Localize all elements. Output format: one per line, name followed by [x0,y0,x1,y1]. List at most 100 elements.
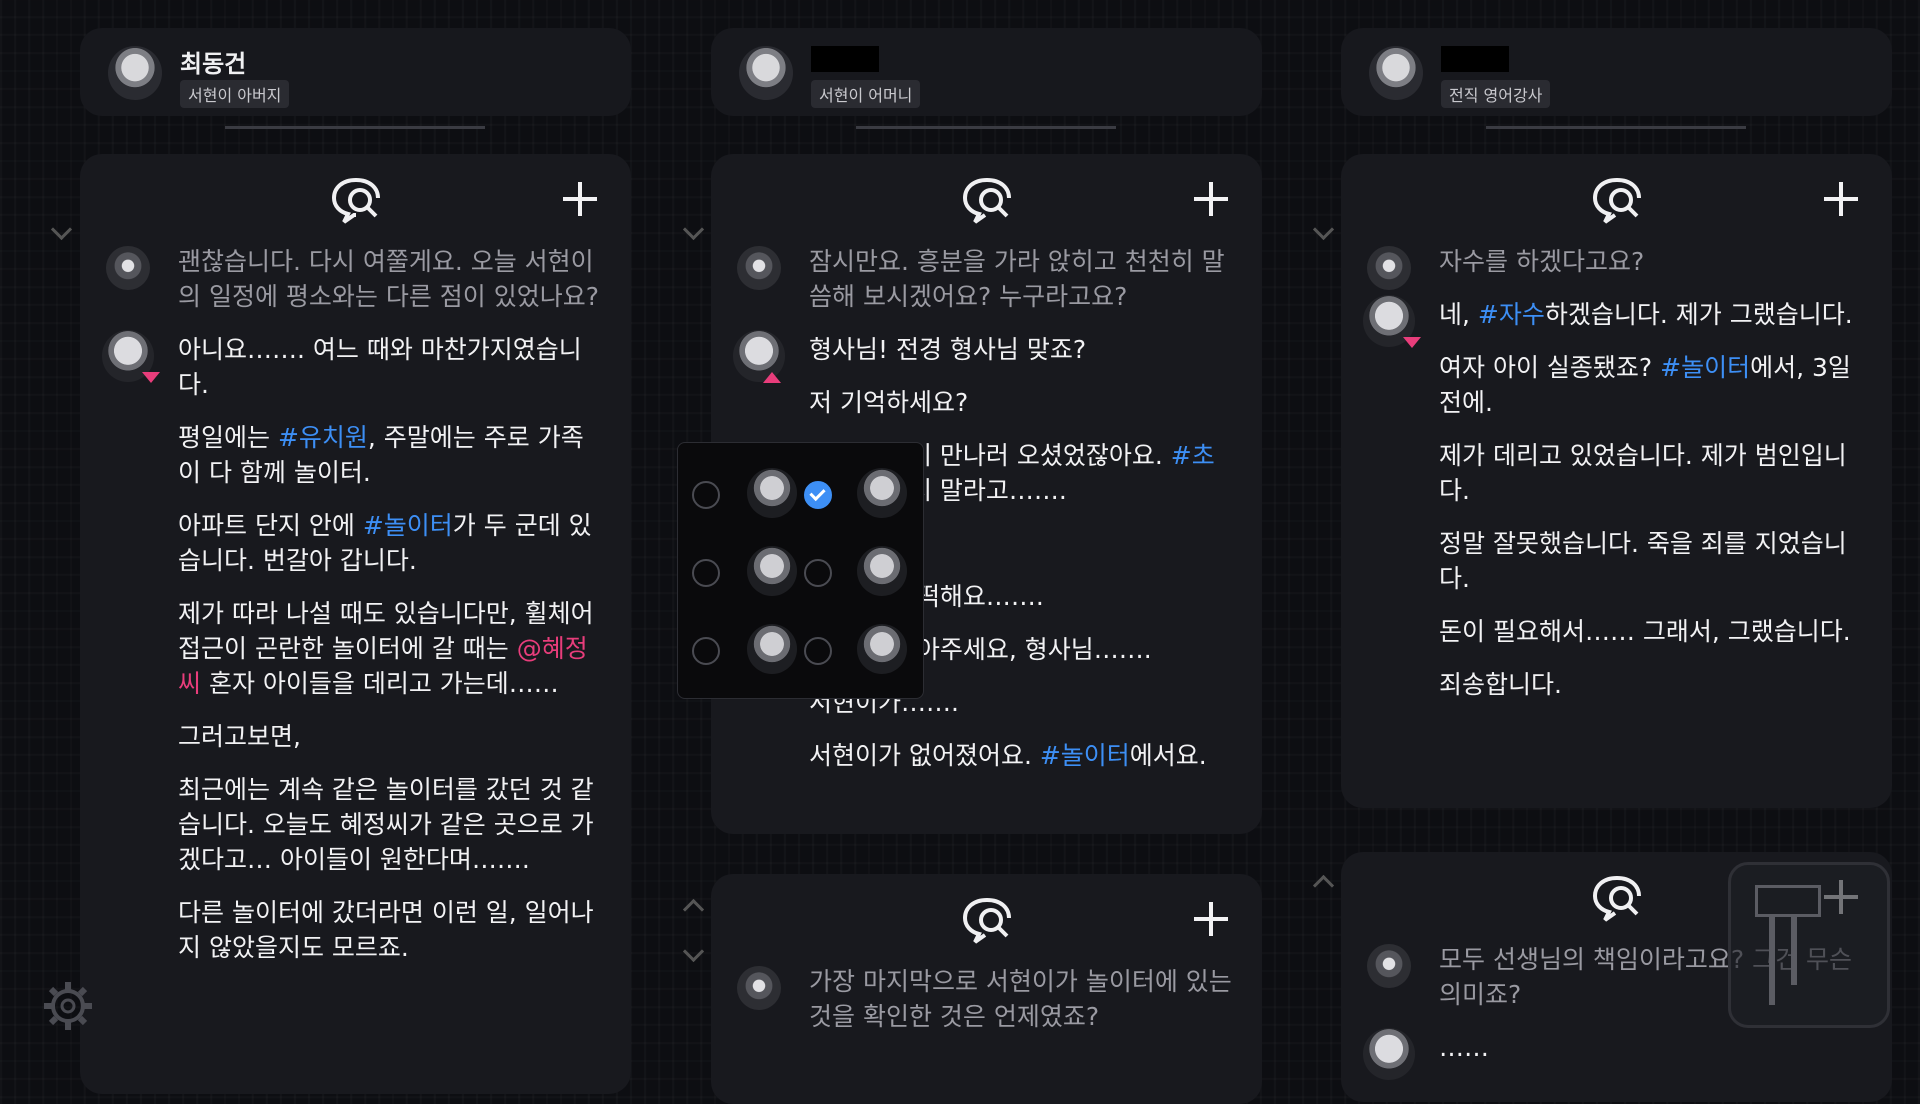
detective-avatar [737,246,781,290]
keyword-tag[interactable]: #유치원 [278,423,368,452]
portrait-face-icon[interactable] [857,468,907,518]
dialogue-card: 자수를 하겠다고요? 네, #자수하겠습니다. 제가 그랬습니다. 여자 아이 실… [1341,154,1892,808]
dialogue-text: 서현이가 없어졌어요. [809,741,1040,770]
board-icon-post [1769,915,1775,1005]
dialogue-line: 제가 데리고 있었습니다. 제가 범인입니다. [1439,438,1866,508]
character-avatar [1369,46,1423,100]
detective-question[interactable]: 괜찮습니다. 다시 여쭐게요. 오늘 서현이의 일정에 평소와는 다른 점이 있… [80,244,631,314]
dialogue-text: 네, [1439,300,1478,329]
dialogue-text: …… [1439,1033,1489,1062]
portrait-radio[interactable] [804,637,832,665]
portrait-option-row [692,619,912,679]
detective-question[interactable]: 가장 마지막으로 서현이가 놀이터에 있는 것을 확인한 것은 언제였죠? [711,964,1262,1034]
plus-icon[interactable] [1194,902,1228,936]
speech-bubble-search-icon[interactable] [1591,176,1643,224]
dialogue-text: 가장 마지막으로 서현이가 놀이터에 있는 것을 확인한 것은 언제였죠? [809,967,1232,1031]
speech-bubble-search-icon[interactable] [961,176,1013,224]
speech-bubble-search-icon[interactable] [1591,874,1643,922]
gear-icon[interactable] [42,980,94,1032]
character-header[interactable]: 서현이 어머니 [711,28,1262,116]
dialogue-line: 그러고보면, [178,719,605,754]
chevron-down-icon[interactable] [50,218,73,241]
portrait-radio[interactable] [692,637,720,665]
character-avatar [108,46,162,100]
portrait-option-row [692,463,912,523]
portrait-radio[interactable] [804,559,832,587]
chevron-up-icon[interactable] [682,898,705,921]
dialogue-text: 제가 데리고 있었습니다. 제가 범인입니다. [1439,441,1847,505]
dialogue-text: 최근에는 계속 같은 놀이터를 갔던 것 같습니다. 오늘도 혜정씨가 같은 곳… [178,775,594,874]
dialogue-text: 그러고보면, [178,722,301,751]
unread-marker [763,372,781,383]
dialogue-text: 아파트 단지 안에 [178,511,363,540]
dialogue-line: 죄송합니다. [1439,667,1866,702]
character-header[interactable]: 최동건 서현이 아버지 [80,28,631,116]
dialogue-text: 저 기억하세요? [809,388,969,417]
unread-marker [142,372,160,383]
dialogue-text: 자수를 하겠다고요? [1439,247,1645,276]
portrait-radio[interactable] [692,559,720,587]
detective-avatar [737,966,781,1010]
character-role-badge: 서현이 어머니 [811,80,921,108]
dialogue-line: 형사님! 전경 형사님 맞죠? [809,332,1236,367]
chevron-down-icon[interactable] [682,218,705,241]
dialogue-line: 평일에는 #유치원, 주말에는 주로 가족이 다 함께 놀이터. [178,420,605,490]
portrait-face-icon[interactable] [747,546,797,596]
dialogue-text: 죄송합니다. [1439,670,1562,699]
portrait-face-icon[interactable] [857,546,907,596]
chevron-down-icon[interactable] [682,940,705,963]
portrait-radio[interactable] [692,481,720,509]
detective-avatar [1367,246,1411,290]
dialogue-text: 혼자 아이들을 데리고 가는데…… [201,669,559,698]
dialogue-line: 여자 아이 실종됐죠? #놀이터에서, 3일 전에. [1439,350,1866,420]
character-header[interactable]: 전직 영어강사 [1341,28,1892,116]
dialogue-line: 서현이가 없어졌어요. #놀이터에서요. [809,738,1236,773]
plus-icon[interactable] [1194,182,1228,216]
unread-marker [1403,337,1421,348]
dialogue-text: 하겠습니다. 제가 그랬습니다. [1544,300,1853,329]
plus-icon[interactable] [563,182,597,216]
dialogue-card: 괜찮습니다. 다시 여쭐게요. 오늘 서현이의 일정에 평소와는 다른 점이 있… [80,154,631,1094]
character-name: 최동건 [180,50,247,78]
suspect-answer[interactable]: 네, #자수하겠습니다. 제가 그랬습니다. 여자 아이 실종됐죠? #놀이터에서… [1341,295,1892,702]
portrait-face-icon[interactable] [747,624,797,674]
detective-question[interactable]: 잠시만요. 흥분을 가라 앉히고 천천히 말씀해 보시겠어요? 누구라고요? [711,244,1262,314]
redacted-name [1441,46,1509,72]
chevron-down-icon[interactable] [1312,218,1335,241]
board-icon-top [1755,885,1821,917]
plus-icon[interactable] [1824,182,1858,216]
character-avatar [739,46,793,100]
suspect-answer[interactable]: 아니요……. 여느 때와 마찬가지였습니다. 평일에는 #유치원, 주말에는 주로… [80,330,631,965]
dialogue-line: 네, #자수하겠습니다. 제가 그랬습니다. [1439,297,1866,332]
dialogue-line: 돈이 필요해서…… 그래서, 그랬습니다. [1439,614,1866,649]
keyword-tag[interactable]: #놀이터 [1040,741,1130,770]
speech-bubble-search-icon[interactable] [961,896,1013,944]
portrait-face-icon[interactable] [857,624,907,674]
keyword-tag[interactable]: #놀이터 [1660,353,1750,382]
dialogue-line: 정말 잘못했습니다. 죽을 죄를 지었습니다. [1439,526,1866,596]
dialogue-text: 정말 잘못했습니다. 죽을 죄를 지었습니다. [1439,529,1847,593]
board-icon-post [1791,915,1797,985]
character-role-badge: 전직 영어강사 [1441,80,1551,108]
redacted-name [811,46,879,72]
dialogue-line: 제가 따라 나설 때도 있습니다만, 휠체어 접근이 곤란한 놀이터에 갈 때는… [178,596,605,701]
character-role-badge: 서현이 아버지 [180,80,290,108]
divider [1486,126,1746,129]
portrait-option-row [692,541,912,601]
dialogue-line: …… [1439,1030,1866,1065]
detective-question[interactable]: 자수를 하겠다고요? [1341,244,1892,290]
suspect-answer[interactable]: …… [1341,1028,1892,1080]
dialogue-line: 아니요……. 여느 때와 마찬가지였습니다. [178,332,605,402]
dialogue-line: 다른 놀이터에 갔더라면 이런 일, 일어나지 않았을지도 모르죠. [178,895,605,965]
portrait-radio-selected[interactable] [804,481,832,509]
speech-bubble-search-icon[interactable] [330,176,382,224]
dialogue-line: 아파트 단지 안에 #놀이터가 두 군데 있습니다. 번갈아 갑니다. [178,508,605,578]
keyword-tag[interactable]: #자수 [1478,300,1545,329]
keyword-tag[interactable]: #놀이터 [363,511,453,540]
portrait-face-icon[interactable] [747,468,797,518]
divider [856,126,1116,129]
dialogue-text: 형사님! 전경 형사님 맞죠? [809,335,1087,364]
evidence-board-button[interactable] [1728,862,1890,1028]
dialogue-text: 아니요……. 여느 때와 마찬가지였습니다. [178,335,582,399]
chevron-up-icon[interactable] [1312,874,1335,897]
